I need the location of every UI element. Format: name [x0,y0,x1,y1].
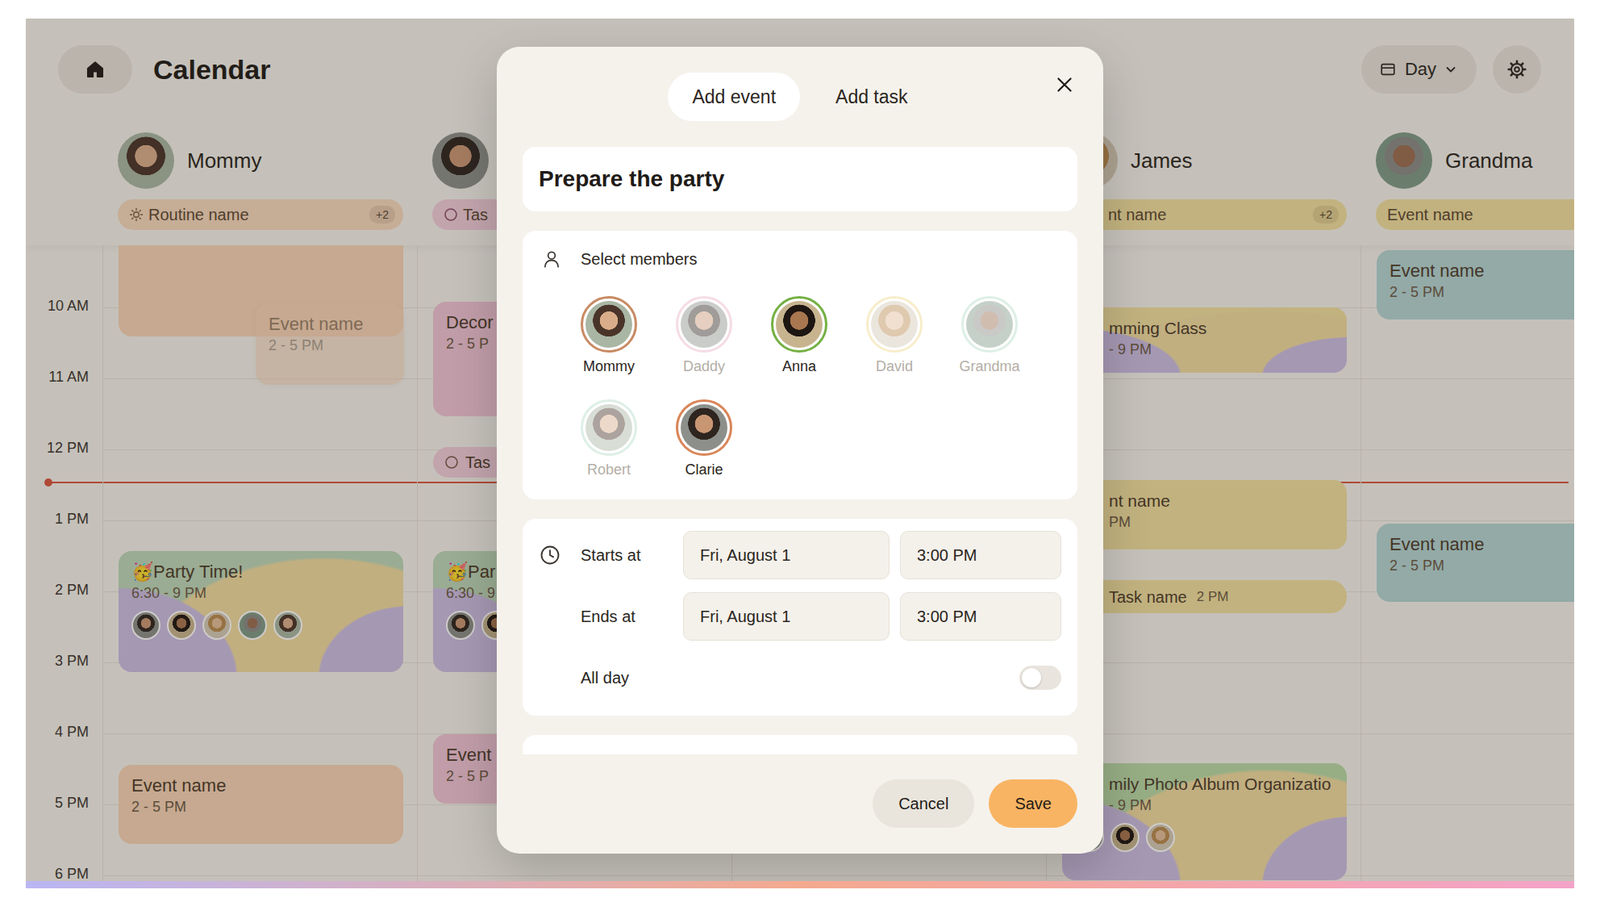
member-ring [866,295,923,353]
member-photo [870,300,918,348]
dialog-tabs: Add eventAdd task [522,72,1078,121]
member-photo [680,404,728,451]
members-label-row: Select members [538,248,1062,270]
member-ring [961,295,1018,353]
time-icon-cell [538,543,581,567]
all-day-toggle[interactable] [1019,665,1062,690]
member-photo [585,300,633,348]
calendar-app: Calendar Day Mommy Routine name +2 Tas J… [25,18,1575,881]
member-option-name: Grandma [958,357,1020,375]
more-options-card [522,734,1078,755]
member-picker: Mommy Daddy Anna David Grandma Robert Cl… [538,295,1062,479]
dialog-tab[interactable]: Add event [667,72,800,121]
member-option-name: Robert [587,460,631,479]
member-option-name: David [875,357,913,375]
members-label: Select members [580,250,698,269]
dialog-tab[interactable]: Add task [811,72,933,121]
member-option-name: Clarie [684,460,723,479]
clock-icon [538,543,562,567]
bottom-gradient-bar [25,880,1575,888]
toggle-knob [1021,667,1042,688]
add-event-dialog: Add eventAdd task Prepare the party Sele… [496,46,1104,854]
member-option-name: Anna [782,357,817,375]
member-ring [580,399,638,456]
member-ring [580,295,638,353]
member-option-name: Mommy [583,357,635,375]
date-field[interactable]: Fri, August 1 [683,530,890,580]
member-ring [770,295,828,353]
member-ring [675,399,733,456]
person-icon [538,248,565,270]
dialog-footer: Cancel Save [522,779,1078,828]
member-photo [966,300,1013,348]
dialog-body: Prepare the party Select members Mommy D… [522,146,1078,755]
member-photo [680,300,728,348]
app-frame: Calendar Day Mommy Routine name +2 Tas J… [25,18,1575,888]
member-option-name: Daddy [683,357,725,375]
save-button[interactable]: Save [988,779,1078,828]
date-field[interactable]: Fri, August 1 [683,591,890,641]
time-card: Starts at Fri, August 1 3:00 PM Ends at … [522,518,1078,716]
member-option[interactable]: Mommy [561,295,657,375]
member-option[interactable]: Anna [751,295,847,375]
page: Calendar Day Mommy Routine name +2 Tas J… [0,0,1600,923]
member-option[interactable]: Robert [561,399,657,479]
member-photo [775,300,823,348]
members-card: Select members Mommy Daddy Anna David Gr… [522,230,1078,500]
time-field[interactable]: 3:00 PM [900,591,1062,641]
member-option[interactable]: Grandma [941,295,1038,375]
time-row: Ends at Fri, August 1 3:00 PM [538,591,1062,641]
member-photo [585,404,633,451]
close-icon [1054,74,1075,96]
cancel-button[interactable]: Cancel [872,779,975,828]
title-field[interactable]: Prepare the party [522,146,1078,212]
time-row-label: Ends at [580,607,684,626]
member-option[interactable]: Clarie [656,399,752,479]
all-day-row: All day [538,659,1062,696]
time-row: Starts at Fri, August 1 3:00 PM [538,530,1062,580]
time-field[interactable]: 3:00 PM [900,530,1062,580]
all-day-label: All day [580,668,1020,688]
time-row-label: Starts at [580,545,684,565]
member-ring [675,295,733,353]
member-option[interactable]: Daddy [656,295,752,375]
close-button[interactable] [1048,68,1081,101]
member-option[interactable]: David [846,295,942,375]
